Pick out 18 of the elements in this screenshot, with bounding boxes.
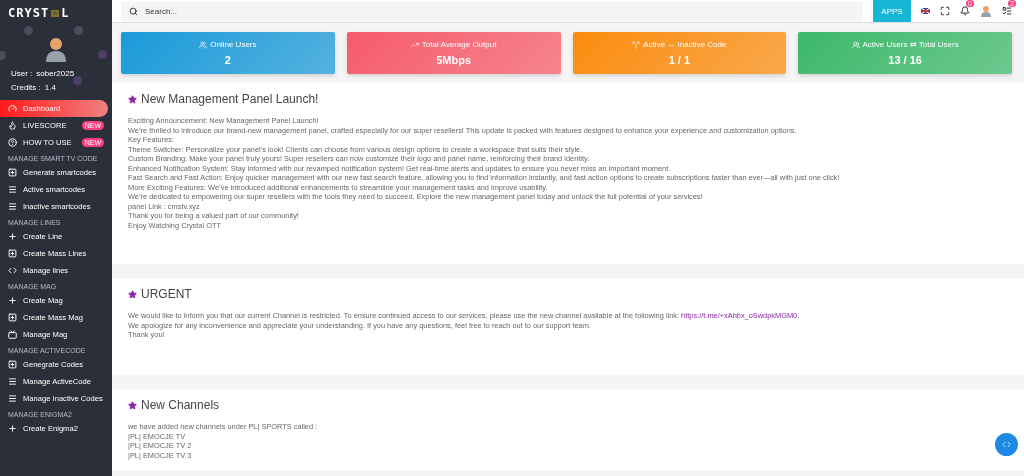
credits-value: 1.4 [44, 83, 56, 92]
stat-title: Active ↔ Inactive Code [643, 40, 727, 49]
logo-text: CRYST [8, 6, 50, 20]
search-field[interactable]: Search... [121, 1, 863, 21]
credits-label: Credits : [11, 83, 41, 92]
stat-title: Active Users ⇄ Total Users [862, 40, 959, 49]
stat-value: 5Mbps [436, 54, 472, 66]
logo-text: L [61, 6, 70, 20]
announcement-title: New Channels [141, 398, 220, 412]
stat-value: 2 [224, 54, 231, 66]
user-name: sober2025 [36, 69, 75, 78]
stat-value: 1 / 1 [668, 54, 691, 66]
user-label: User : [11, 69, 33, 78]
announcement-title: New Management Panel Launch! [141, 92, 319, 106]
stat-value: 13 / 16 [888, 54, 922, 66]
announcement-title: URGENT [141, 287, 192, 301]
stat-title: Online Users [210, 40, 257, 49]
stat-title: Total Average Output [421, 40, 497, 49]
